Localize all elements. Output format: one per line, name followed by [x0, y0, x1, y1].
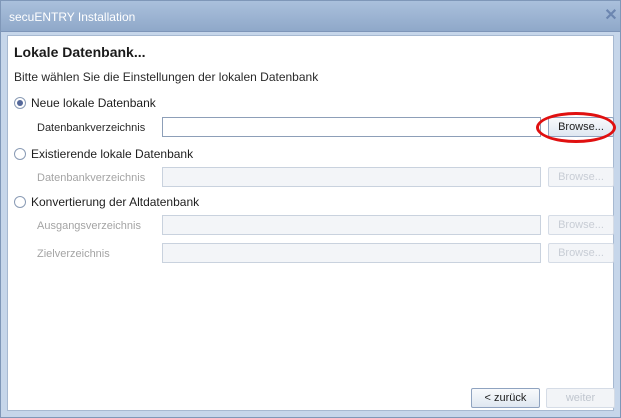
option-convert-database[interactable]: Konvertierung der Altdatenbank: [14, 193, 199, 211]
page-subtitle: Bitte wählen Sie die Einstellungen der l…: [14, 70, 319, 84]
browse-button-target-dir[interactable]: Browse...: [548, 243, 614, 263]
close-icon[interactable]: ✕: [602, 7, 620, 25]
radio-convert-database[interactable]: [14, 196, 26, 208]
option-label: Neue lokale Datenbank: [31, 96, 156, 110]
source-dir-field[interactable]: [162, 215, 541, 235]
installer-window: secuENTRY Installation ✕ Lokale Datenban…: [0, 0, 621, 418]
option-existing-database[interactable]: Existierende lokale Datenbank: [14, 145, 193, 163]
existing-db-dir-field[interactable]: [162, 167, 541, 187]
field-label-source-dir: Ausgangsverzeichnis: [37, 220, 141, 232]
next-button[interactable]: weiter: [546, 388, 615, 408]
option-label: Konvertierung der Altdatenbank: [31, 195, 200, 209]
radio-new-database[interactable]: [14, 97, 26, 109]
radio-existing-database[interactable]: [14, 148, 26, 160]
field-label-existing-db-dir: Datenbankverzeichnis: [37, 172, 146, 184]
window-title: secuENTRY Installation: [9, 10, 136, 24]
field-label-new-db-dir: Datenbankverzeichnis: [37, 122, 146, 134]
page-title: Lokale Datenbank...: [14, 44, 146, 60]
browse-button-source-dir[interactable]: Browse...: [548, 215, 614, 235]
option-new-database[interactable]: Neue lokale Datenbank: [14, 94, 156, 112]
highlight-circle: [536, 112, 616, 143]
new-db-dir-field[interactable]: [162, 117, 541, 137]
target-dir-field[interactable]: [162, 243, 541, 263]
back-button[interactable]: < zurück: [471, 388, 540, 408]
browse-button-existing-db[interactable]: Browse...: [548, 167, 614, 187]
option-label: Existierende lokale Datenbank: [31, 147, 194, 161]
field-label-target-dir: Zielverzeichnis: [37, 248, 110, 260]
title-bar: secuENTRY Installation ✕: [1, 1, 620, 32]
content-panel: Lokale Datenbank... Bitte wählen Sie die…: [7, 35, 616, 411]
